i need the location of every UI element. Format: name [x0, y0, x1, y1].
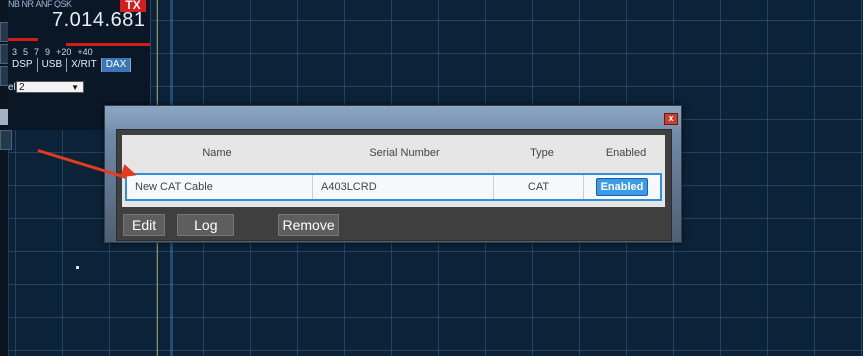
scale-tick: +20: [56, 47, 72, 57]
left-tab-4[interactable]: [0, 130, 12, 150]
flag-nr[interactable]: NR: [22, 0, 35, 8]
frequency-display[interactable]: 7.014.681: [52, 9, 145, 31]
table-row[interactable]: New CAT Cable A403LCRD CAT Enabled: [125, 173, 662, 201]
flag-nb[interactable]: NB: [8, 0, 20, 8]
slice-tab-row: DSP USB X/RIT DAX: [8, 58, 132, 72]
s-meter-scale: 3 5 7 9 +20 +40: [12, 47, 152, 57]
tab-xrit[interactable]: X/RIT: [67, 58, 102, 72]
column-header-enabled[interactable]: Enabled: [587, 147, 665, 159]
column-header-name[interactable]: Name: [122, 147, 312, 159]
tab-dax[interactable]: DAX: [101, 58, 132, 72]
table-header: Name Serial Number Type Enabled: [122, 135, 665, 171]
tab-dsp[interactable]: DSP: [8, 58, 38, 72]
scale-tick: 5: [23, 47, 29, 57]
s-meter-bar: [8, 38, 38, 41]
cat-cable-dialog: x Name Serial Number Type Enabled New CA…: [104, 105, 682, 243]
dialog-body: Name Serial Number Type Enabled New CAT …: [116, 129, 672, 241]
s-meter-bar-right: [66, 43, 150, 46]
cell-name: New CAT Cable: [127, 175, 313, 199]
dialog-buttons: Edit Log Remove: [123, 214, 351, 236]
remove-button[interactable]: Remove: [278, 214, 339, 236]
edit-button[interactable]: Edit: [123, 214, 166, 236]
flag-anf[interactable]: ANF: [36, 0, 53, 8]
log-button[interactable]: Log: [177, 214, 235, 236]
scale-tick: +40: [77, 47, 93, 57]
cable-table: Name Serial Number Type Enabled New CAT …: [122, 135, 665, 207]
close-button[interactable]: x: [664, 113, 678, 125]
dax-channel-value: 2: [19, 82, 25, 93]
column-header-serial[interactable]: Serial Number: [312, 147, 497, 159]
tab-usb[interactable]: USB: [37, 58, 68, 72]
side-handle[interactable]: [0, 109, 8, 125]
scale-tick: 3: [12, 47, 18, 57]
column-header-type[interactable]: Type: [497, 147, 587, 159]
flag-qsk[interactable]: QSK: [54, 0, 72, 8]
cell-serial: A403LCRD: [313, 175, 494, 199]
signal-dot: [76, 266, 79, 269]
cell-type: CAT: [494, 175, 584, 199]
scale-tick: 9: [45, 47, 51, 57]
chevron-down-icon: ▼: [71, 83, 79, 92]
dax-channel-select[interactable]: 2 ▼: [16, 81, 84, 93]
enabled-toggle[interactable]: Enabled: [595, 178, 649, 196]
cell-enabled: Enabled: [584, 175, 660, 199]
scale-tick: 7: [34, 47, 40, 57]
